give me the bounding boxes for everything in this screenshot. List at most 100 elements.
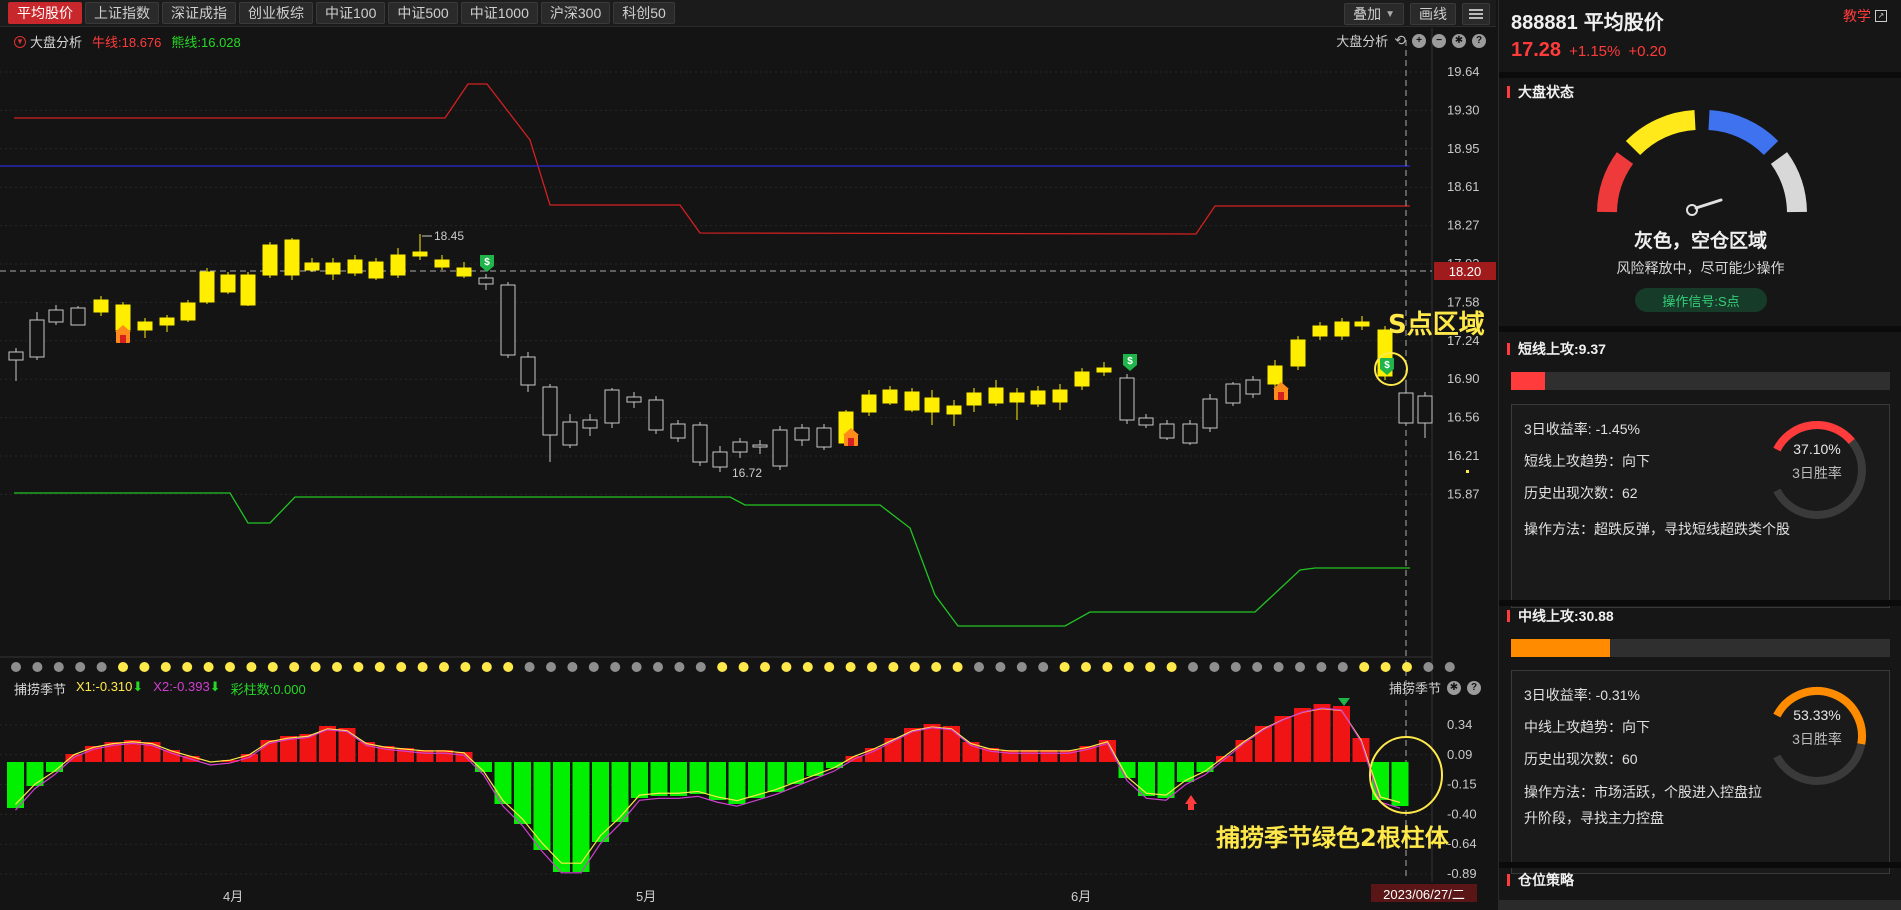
- histogram-bar: [611, 762, 629, 822]
- status-dot: [952, 662, 963, 672]
- section-marker: [1507, 86, 1510, 98]
- status-dot: [1423, 662, 1434, 672]
- candle-body: [1334, 321, 1350, 337]
- status-dot: [1252, 662, 1263, 672]
- status-dot: [1316, 662, 1327, 672]
- y-tick-label: 0.09: [1447, 747, 1472, 762]
- mid-attack-title-text: 中线上攻:30.88: [1518, 608, 1614, 624]
- status-dot: [1145, 662, 1156, 672]
- candle-body: [946, 405, 962, 415]
- short-attack-title-text: 短线上攻:9.37: [1518, 341, 1606, 357]
- teach-link[interactable]: 教学 ↗: [1843, 6, 1887, 26]
- candle-body: [240, 274, 256, 306]
- histogram-bar: [1138, 762, 1155, 796]
- status-dot: [695, 662, 706, 672]
- candle-body: [137, 321, 153, 331]
- help-icon[interactable]: ?: [1472, 33, 1486, 48]
- status-dot: [396, 662, 407, 672]
- candle-body: [542, 386, 558, 436]
- market-state-title-text: 大盘状态: [1518, 84, 1574, 100]
- histogram-bar: [631, 762, 648, 798]
- candle-body: [29, 319, 45, 358]
- status-dot: [845, 662, 856, 672]
- gauge-segment-yellow: [1625, 110, 1696, 156]
- stock-name: 平均股价: [1583, 12, 1664, 34]
- x2-text: X2:-0.393: [153, 679, 210, 694]
- short-return-3d: 3日收益率: -1.45%: [1524, 421, 1640, 437]
- right-bottom-tab-bar[interactable]: [1499, 900, 1901, 910]
- candle-body: [1312, 325, 1328, 337]
- mid-return-3d: 3日收益率: -0.31%: [1524, 687, 1640, 703]
- status-dot: [760, 662, 770, 672]
- status-dot: [867, 662, 877, 672]
- y-tick-label: -0.64: [1447, 836, 1477, 851]
- candle-body: [712, 451, 728, 468]
- candle-body: [966, 392, 982, 406]
- candle-body: [1138, 417, 1154, 426]
- sub-tool-label[interactable]: 捕捞季节: [1389, 678, 1441, 697]
- candle-body: [180, 302, 196, 321]
- candle-body: [1182, 423, 1198, 444]
- candle-body: [412, 251, 428, 257]
- histogram-bar: [1333, 706, 1350, 762]
- main-indicator-info: ▼ 大盘分析 牛线:18.676 熊线:16.028: [14, 32, 241, 51]
- status-dot: [781, 662, 792, 672]
- sub-indicator-name[interactable]: 捕捞季节: [14, 679, 66, 698]
- status-dot: [225, 662, 235, 672]
- status-dot: [139, 662, 150, 672]
- gear-icon[interactable]: ✱: [1452, 33, 1466, 48]
- status-dot: [203, 662, 214, 672]
- down-arrow-icon: ⬇: [209, 679, 221, 694]
- status-dot: [588, 662, 599, 672]
- collapse-icon[interactable]: ▼: [14, 35, 26, 48]
- status-dot: [1081, 662, 1091, 672]
- status-dot: [1102, 662, 1113, 672]
- main-tool-label[interactable]: 大盘分析: [1336, 31, 1388, 50]
- status-dot: [909, 662, 920, 672]
- histogram-bar: [533, 762, 551, 850]
- y-tick-label: 19.30: [1447, 102, 1480, 117]
- candle-body: [70, 307, 86, 326]
- status-dot: [1273, 662, 1284, 672]
- x-label-june: 6月: [1071, 889, 1092, 904]
- histogram-bar: [728, 762, 746, 804]
- candle-body: [159, 317, 175, 326]
- candle-body: [626, 396, 642, 403]
- status-dot: [353, 662, 364, 672]
- main-indicator-name[interactable]: ▼ 大盘分析: [14, 32, 82, 51]
- operation-signal-badge: 操作信号:S点: [1635, 288, 1767, 312]
- y-tick-label: 17.58: [1447, 294, 1480, 309]
- status-dot: [1209, 662, 1220, 672]
- candle-body: [582, 419, 598, 429]
- top-arrow-icon: [1338, 698, 1350, 706]
- refresh-icon[interactable]: ⟲: [1394, 32, 1406, 49]
- status-dot: [182, 662, 193, 672]
- candle-body: [456, 267, 472, 277]
- candle-body: [199, 271, 215, 303]
- mid-method: 操作方法：市场活跃，个股进入控盘拉升阶段，寻找主力控盘: [1524, 784, 1762, 826]
- status-dot: [1016, 662, 1027, 672]
- candle-body: [1354, 321, 1370, 327]
- market-chart[interactable]: $$$ 19.6419.3018.9518.6118.2717.9317.581…: [0, 0, 1496, 910]
- candle-body: [1267, 365, 1283, 385]
- section-marker: [1507, 343, 1510, 355]
- histogram-bar: [650, 762, 668, 796]
- zoom-in-icon[interactable]: +: [1412, 33, 1426, 48]
- status-dot: [995, 662, 1006, 672]
- s-point-annotation: S点区域: [1388, 309, 1485, 340]
- status-dot: [1402, 662, 1412, 672]
- status-dot: [1359, 662, 1370, 672]
- x2-line: [15, 707, 1401, 874]
- green-bars-annotation: 捕捞季节绿色2根柱体: [1216, 824, 1450, 852]
- gear-icon[interactable]: ✱: [1447, 680, 1461, 695]
- y-tick-label: 0.34: [1447, 717, 1472, 732]
- status-dot: [717, 662, 728, 672]
- help-icon[interactable]: ?: [1467, 680, 1481, 695]
- histogram-bar: [748, 762, 765, 798]
- status-dot: [888, 662, 899, 672]
- status-dot: [931, 662, 942, 672]
- status-dot: [1380, 662, 1391, 672]
- zoom-out-icon[interactable]: −: [1432, 33, 1446, 48]
- y-tick-label: -0.89: [1447, 866, 1477, 881]
- market-state-title: 大盘状态: [1507, 82, 1574, 102]
